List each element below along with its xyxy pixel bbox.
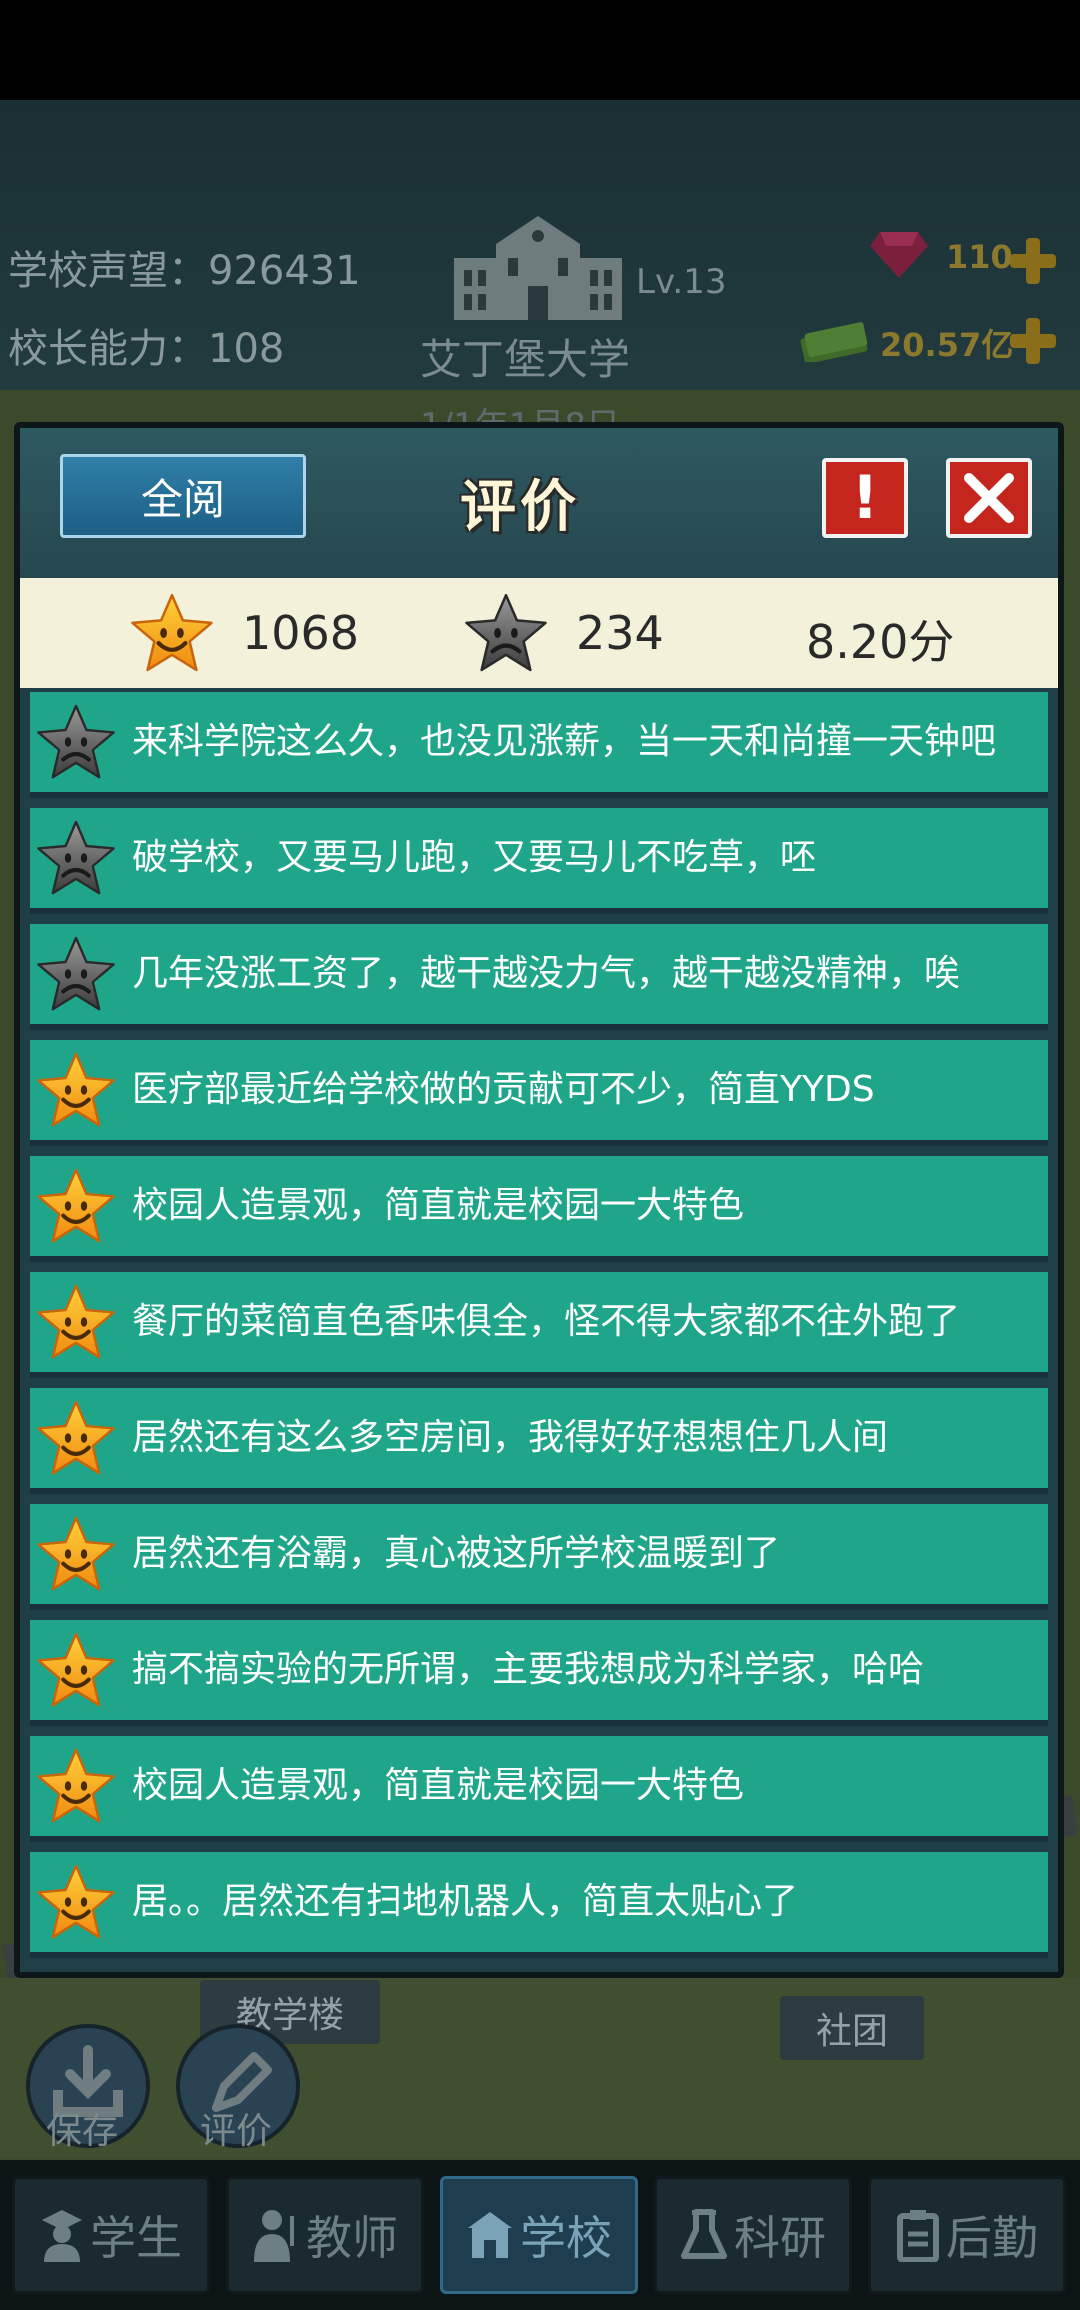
tab-students[interactable]: 学生 — [12, 2176, 210, 2294]
school-building-icon — [454, 216, 622, 320]
review-label: 评价 — [200, 2111, 273, 2152]
principal-ability: 校长能力：108 — [8, 326, 285, 372]
tab-label: 后勤 — [946, 2211, 1038, 2265]
review-score: 8.20分 — [806, 615, 955, 669]
dialog-header: 全阅 评价 ! — [20, 428, 1058, 578]
close-button[interactable] — [946, 458, 1032, 538]
happy-star-icon — [36, 1399, 116, 1477]
review-text: 居然还有这么多空房间，我得好好想想住几人间 — [132, 1417, 889, 1458]
review-summary: 1068 234 8.20分 — [20, 578, 1058, 688]
positive-star-icon — [130, 592, 214, 674]
review-item: 居然还有这么多空房间，我得好好想想住几人间 — [30, 1388, 1048, 1494]
tab-label: 学校 — [520, 2211, 612, 2265]
reviews-dialog: 全阅 评价 ! 1068 234 8.20分 来科学院这么久，也没见涨薪，当一天… — [14, 422, 1064, 1978]
student-icon — [42, 2210, 82, 2262]
club-label[interactable]: 社团 — [780, 1996, 925, 2060]
money-icon — [800, 322, 868, 362]
money-count: 20.57亿 — [880, 326, 1014, 364]
add-money-icon[interactable] — [1008, 316, 1058, 366]
tab-logistics[interactable]: 后勤 — [868, 2176, 1066, 2294]
happy-star-icon — [36, 1283, 116, 1361]
negative-star-icon — [464, 592, 548, 674]
clipboard-icon — [897, 2210, 939, 2262]
dialog-title: 评价 — [460, 475, 580, 540]
review-text: 餐厅的菜简直色香味俱全，怪不得大家都不往外跑了 — [132, 1301, 961, 1342]
happy-star-icon — [36, 1515, 116, 1593]
tab-school[interactable]: 学校 — [440, 2176, 638, 2294]
save-label: 保存 — [46, 2111, 119, 2152]
review-item: 校园人造景观，简直就是校园一大特色 — [30, 1156, 1048, 1262]
review-item: 搞不搞实验的无所谓，主要我想成为科学家，哈哈 — [30, 1620, 1048, 1726]
review-item: 校园人造景观，简直就是校园一大特色 — [30, 1736, 1048, 1842]
exclamation-icon: ! — [851, 463, 879, 533]
tab-label: 学生 — [90, 2211, 182, 2265]
review-text: 来科学院这么久，也没见涨薪，当一天和尚撞一天钟吧 — [132, 721, 997, 762]
tab-teachers[interactable]: 教师 — [226, 2176, 424, 2294]
close-icon — [964, 473, 1014, 523]
tab-research[interactable]: 科研 — [654, 2176, 852, 2294]
happy-star-icon — [36, 1747, 116, 1825]
review-text: 校园人造景观，简直就是校园一大特色 — [132, 1765, 745, 1806]
report-button[interactable]: ! — [822, 458, 908, 538]
sad-star-icon — [36, 935, 116, 1013]
positive-count: 1068 — [242, 606, 360, 660]
bottom-nav: 学生 教师 学校 科研 后勤 — [0, 2160, 1080, 2310]
review-text: 校园人造景观，简直就是校园一大特色 — [132, 1185, 745, 1226]
review-text: 居然还有浴霸，真心被这所学校温暖到了 — [132, 1533, 781, 1574]
review-item: 居然还有浴霸，真心被这所学校温暖到了 — [30, 1504, 1048, 1610]
review-text: 搞不搞实验的无所谓，主要我想成为科学家，哈哈 — [132, 1649, 925, 1690]
review-item: 破学校，又要马儿跑，又要马儿不吃草，呸 — [30, 808, 1048, 914]
school-icon — [468, 2212, 512, 2258]
happy-star-icon — [36, 1051, 116, 1129]
negative-count: 234 — [576, 606, 664, 660]
school-reputation: 学校声望：926431 — [8, 248, 361, 294]
sad-star-icon — [36, 819, 116, 897]
school-name: 艾丁堡大学 — [420, 335, 631, 384]
review-item: 居。。居然还有扫地机器人，简直太贴心了 — [30, 1852, 1048, 1958]
tab-label: 教师 — [306, 2211, 398, 2265]
review-text: 破学校，又要马儿跑，又要马儿不吃草，呸 — [132, 837, 817, 878]
read-all-button[interactable]: 全阅 — [60, 454, 306, 538]
review-text: 医疗部最近给学校做的贡献可不少，简直YYDS — [132, 1069, 875, 1110]
review-text: 几年没涨工资了，越干越没力气，越干越没精神，唉 — [132, 953, 961, 994]
gem-icon — [870, 232, 928, 278]
review-item: 几年没涨工资了，越干越没力气，越干越没精神，唉 — [30, 924, 1048, 1030]
review-item: 餐厅的菜简直色香味俱全，怪不得大家都不往外跑了 — [30, 1272, 1048, 1378]
school-level: Lv.13 — [636, 262, 727, 302]
add-gems-icon[interactable] — [1008, 236, 1058, 286]
happy-star-icon — [36, 1863, 116, 1941]
status-bar — [0, 0, 1080, 100]
review-item: 来科学院这么久，也没见涨薪，当一天和尚撞一天钟吧 — [30, 692, 1048, 798]
review-list[interactable]: 来科学院这么久，也没见涨薪，当一天和尚撞一天钟吧 破学校，又要马儿跑，又要马儿不… — [30, 692, 1048, 1968]
sad-star-icon — [36, 703, 116, 781]
happy-star-icon — [36, 1631, 116, 1709]
happy-star-icon — [36, 1167, 116, 1245]
tab-label: 科研 — [734, 2211, 826, 2265]
flask-icon — [681, 2209, 727, 2259]
gem-count: 110 — [946, 238, 1013, 276]
review-item: 医疗部最近给学校做的贡献可不少，简直YYDS — [30, 1040, 1048, 1146]
teacher-icon — [254, 2210, 294, 2262]
review-text: 居。。居然还有扫地机器人，简直太贴心了 — [132, 1881, 799, 1922]
